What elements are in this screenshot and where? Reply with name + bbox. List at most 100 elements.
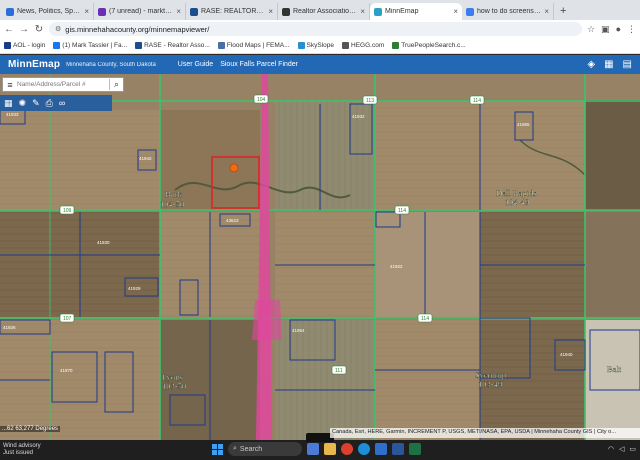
- file-explorer-icon[interactable]: [324, 443, 336, 455]
- identify-icon[interactable]: ✺: [19, 98, 27, 109]
- tab-favicon: [374, 7, 382, 16]
- map-attribution: Canada, Esri, HERE, Garmin, INCREMENT P,…: [330, 428, 640, 438]
- parcel-id: 43623: [226, 218, 239, 223]
- parcel-finder-link[interactable]: Sioux Falls Parcel Finder: [220, 61, 298, 68]
- bookmark-aol[interactable]: AOL - login: [4, 42, 45, 49]
- parcel-id: 41922: [390, 264, 403, 269]
- site-info-icon[interactable]: ⚙: [55, 25, 61, 33]
- bookmark-star-icon[interactable]: ☆: [587, 24, 595, 35]
- township-name: Balt: [607, 364, 622, 374]
- new-tab-icon[interactable]: +: [554, 3, 572, 20]
- search-label: Search: [239, 445, 263, 453]
- tab-title: MinnEmap: [385, 8, 419, 15]
- profile-icon[interactable]: ●: [616, 24, 621, 35]
- browser-tab-3[interactable]: RASE: REALTOR® Associa×: [186, 3, 278, 20]
- extensions-icon[interactable]: ▣: [601, 24, 610, 35]
- road-badge: 104: [253, 94, 269, 104]
- header-tools: ◈ ▦ ▤: [587, 59, 640, 70]
- tab-favicon: [98, 7, 106, 16]
- browser-tab-minnemap[interactable]: MinnEmap ×: [370, 3, 462, 20]
- mail-icon[interactable]: [375, 443, 387, 455]
- url-field[interactable]: ⚙ gis.minnehahacounty.org/minnemapviewer…: [49, 22, 582, 36]
- close-icon[interactable]: ×: [360, 7, 365, 16]
- address-bar: ← → ↻ ⚙ gis.minnehahacounty.org/minnemap…: [0, 20, 640, 38]
- wifi-icon[interactable]: ◠: [608, 445, 614, 453]
- hamburger-icon[interactable]: ≡: [3, 80, 17, 90]
- road-badge: 107: [59, 313, 75, 323]
- close-icon[interactable]: ×: [84, 7, 89, 16]
- back-icon[interactable]: ←: [4, 24, 14, 35]
- tab-title: (7 unread) - marktassler@: [109, 8, 173, 15]
- user-guide-link[interactable]: User Guide: [178, 61, 213, 68]
- svg-text:114: 114: [398, 208, 406, 214]
- svg-text:113: 113: [366, 98, 374, 104]
- app-subtitle: Minnehaha County, South Dakota: [66, 61, 156, 68]
- search-icon[interactable]: ⌕: [109, 79, 123, 90]
- bookmarks-bar: AOL - login (1) Mark Tassler | Fa... RAS…: [0, 38, 640, 54]
- close-icon[interactable]: ×: [544, 7, 549, 16]
- edge-icon[interactable]: [358, 443, 370, 455]
- windows-start-icon[interactable]: [212, 443, 223, 455]
- road-badge: 114: [394, 205, 410, 215]
- parcel-id: 41965: [517, 122, 530, 127]
- taskbar: Wind advisory Just issued ⌕ Search ◠ ◁ ▭: [0, 440, 640, 460]
- browser-tab-6[interactable]: how to do screenshot on×: [462, 3, 554, 20]
- browser-tab-4[interactable]: Realtor Association of So×: [278, 3, 370, 20]
- bookmark-rase[interactable]: RASE - Realtor Asso...: [135, 42, 210, 49]
- tab-title: News, Politics, Sports, Ma: [17, 8, 82, 15]
- close-icon[interactable]: ×: [268, 7, 273, 16]
- browser-tab-2[interactable]: (7 unread) - marktassler@×: [94, 3, 186, 20]
- parcel-id: 41970: [60, 368, 73, 373]
- search-icon: ⌕: [233, 445, 237, 452]
- share-link-icon[interactable]: ∞: [59, 98, 65, 108]
- word-icon[interactable]: [392, 443, 404, 455]
- bookmark-truepeoplesearch[interactable]: TruePeopleSearch.c...: [392, 42, 466, 49]
- browser-tab-1[interactable]: News, Politics, Sports, Ma×: [2, 3, 94, 20]
- parcel-id: 41940: [560, 352, 573, 357]
- bookmark-icon: [392, 42, 400, 49]
- print-icon[interactable]: ⎙: [46, 98, 53, 109]
- road-badge: 109: [59, 205, 75, 215]
- excel-icon[interactable]: [409, 443, 421, 455]
- bookmark-icon: [135, 42, 143, 49]
- bookmark-label: (1) Mark Tassler | Fa...: [62, 42, 128, 49]
- measure-icon[interactable]: ✎: [32, 98, 40, 109]
- weather-widget[interactable]: Wind advisory Just issued: [0, 443, 90, 457]
- aerial-map[interactable]: Burk 104-50 Dell Rapids 104-49 Lyons 103…: [0, 74, 640, 440]
- bookmark-icon: [342, 42, 350, 49]
- volume-icon[interactable]: ◁: [619, 445, 624, 453]
- reload-icon[interactable]: ↻: [34, 24, 44, 35]
- township-code: 103-49: [478, 379, 502, 389]
- road-badge: 111: [331, 365, 347, 375]
- bookmark-fema[interactable]: Flood Maps | FEMA...: [217, 42, 290, 49]
- browser-tab-strip: News, Politics, Sports, Ma× (7 unread) -…: [0, 0, 640, 20]
- forward-icon[interactable]: →: [19, 24, 29, 35]
- menu-icon[interactable]: ⋮: [627, 24, 636, 35]
- chrome-icon[interactable]: [341, 443, 353, 455]
- field: [585, 100, 640, 210]
- parcel-id: 41933: [6, 112, 19, 117]
- weather-title: Wind advisory: [3, 443, 41, 449]
- map-view[interactable]: Burk 104-50 Dell Rapids 104-49 Lyons 103…: [0, 74, 640, 440]
- bookmark-hegg[interactable]: HEGG.com: [342, 42, 384, 49]
- apps-grid-icon[interactable]: ▦: [4, 98, 13, 109]
- location-marker-icon[interactable]: [229, 163, 239, 173]
- road-badge: 114: [469, 95, 485, 105]
- svg-text:109: 109: [63, 208, 72, 214]
- taskbar-search[interactable]: ⌕ Search: [228, 442, 302, 456]
- grid-icon[interactable]: ▦: [604, 59, 613, 70]
- interchange: [252, 300, 282, 340]
- bookmark-skyslope[interactable]: SkySlope: [297, 42, 334, 49]
- bookmark-label: TruePeopleSearch.c...: [401, 42, 466, 49]
- battery-icon[interactable]: ▭: [629, 445, 636, 453]
- close-icon[interactable]: ×: [176, 7, 181, 16]
- search-input[interactable]: [17, 81, 109, 88]
- close-icon[interactable]: ×: [453, 7, 458, 16]
- svg-text:104: 104: [257, 97, 266, 103]
- layers-icon[interactable]: ◈: [587, 59, 595, 70]
- bookmark-facebook[interactable]: (1) Mark Tassler | Fa...: [53, 42, 127, 49]
- tab-title: how to do screenshot on: [477, 8, 542, 15]
- basemap-icon[interactable]: ▤: [623, 59, 632, 70]
- app-brand: MinnEmap: [8, 59, 61, 70]
- widgets-icon[interactable]: [307, 443, 319, 455]
